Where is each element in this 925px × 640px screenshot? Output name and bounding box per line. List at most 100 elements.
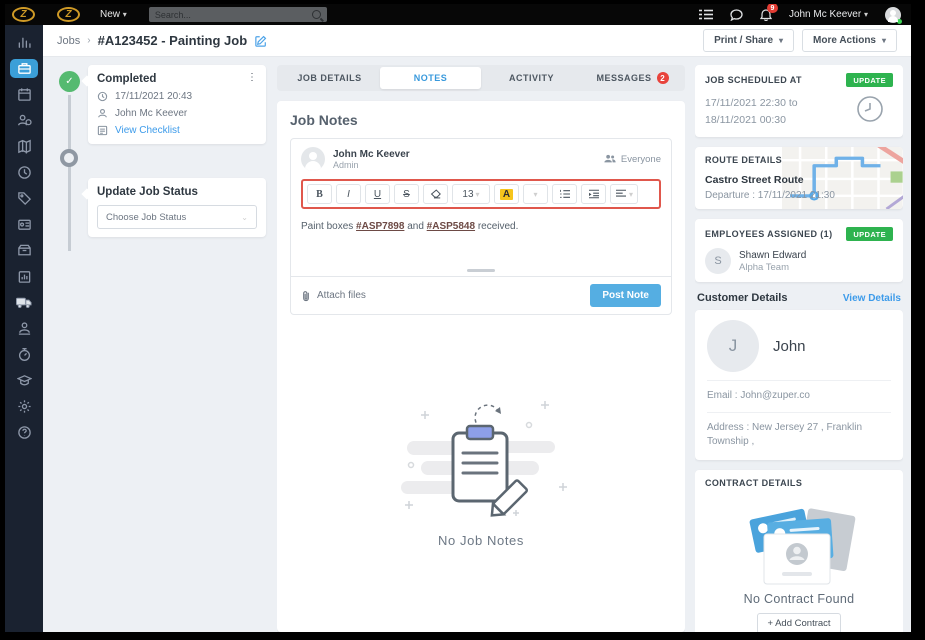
contract-heading: CONTRACT DETAILS	[705, 477, 803, 488]
ordered-list-button[interactable]	[552, 184, 577, 204]
completed-status-card: Completed ⋮ 17/11/2021 20:43 John Mc Kee…	[88, 65, 266, 144]
sidebar-item-customers[interactable]	[10, 111, 38, 130]
indent-button[interactable]	[581, 184, 606, 204]
brand-logo-icon: Z	[12, 7, 35, 22]
queue-list-icon[interactable]	[698, 9, 713, 20]
chat-icon[interactable]	[730, 8, 743, 21]
italic-button[interactable]: I	[336, 184, 361, 204]
text-color-button[interactable]: A	[494, 184, 519, 204]
status-kebab-menu-icon[interactable]: ⋮	[247, 73, 257, 83]
edit-title-icon[interactable]	[255, 35, 267, 47]
new-menu-button[interactable]: New ▾	[100, 9, 127, 20]
global-search[interactable]	[148, 7, 327, 22]
status-timeline-panel: ✓ Completed ⋮ 17/11/2021 20:43 John Mc K…	[55, 65, 267, 632]
asset-hashtag-link[interactable]: #ASP5848	[427, 221, 475, 232]
tab-activity[interactable]: ACTIVITY	[481, 67, 582, 89]
user-avatar[interactable]	[885, 6, 902, 24]
employee-row[interactable]: S Shawn Edward Alpha Team	[705, 248, 893, 274]
sidebar-item-calendar[interactable]	[10, 85, 38, 104]
breadcrumb: Jobs › #A123452 - Painting Job Print / S…	[43, 25, 911, 57]
update-schedule-button[interactable]: UPDATE	[846, 73, 893, 87]
attach-files-button[interactable]: Attach files	[301, 290, 366, 302]
notification-count-badge: 9	[766, 4, 778, 13]
schedule-start: 17/11/2021 22:30 to	[705, 96, 798, 109]
employee-team: Alpha Team	[739, 261, 789, 273]
sidebar-item-payments[interactable]	[10, 241, 38, 260]
status-completed-node: ✓	[59, 71, 80, 92]
online-status-dot	[897, 18, 902, 24]
add-contract-button[interactable]: + Add Contract	[757, 612, 841, 632]
employees-assigned-card: EMPLOYEES ASSIGNED (1) UPDATE S Shawn Ed…	[695, 219, 903, 282]
route-name: Castro Street Route	[705, 174, 804, 186]
sidebar-item-reports[interactable]	[10, 267, 38, 286]
sidebar-item-help-icon[interactable]	[10, 423, 38, 442]
clock-icon	[855, 94, 885, 129]
sidebar-item-invoices[interactable]	[10, 215, 38, 234]
status-datetime: 17/11/2021 20:43	[115, 91, 193, 102]
customer-card: J John Email : John@zuper.co Address : N…	[695, 310, 903, 460]
route-heading: ROUTE DETAILS	[705, 155, 783, 165]
update-employees-button[interactable]: UPDATE	[846, 227, 893, 241]
tab-job-details[interactable]: JOB DETAILS	[279, 67, 380, 89]
asset-hashtag-link[interactable]: #ASP7898	[356, 221, 404, 232]
more-actions-button[interactable]: More Actions ▾	[802, 29, 897, 52]
print-share-button[interactable]: Print / Share ▾	[703, 29, 795, 52]
note-text-input[interactable]: Paint boxes #ASP7898 and #ASP5848 receiv…	[291, 215, 671, 267]
breadcrumb-jobs[interactable]: Jobs	[57, 35, 80, 47]
sidebar-item-jobs[interactable]	[10, 59, 38, 78]
person-icon	[98, 108, 107, 118]
app-frame: Z Z New ▾ 9 John Mc Keever ▾	[0, 0, 925, 640]
schedule-end: 18/11/2021 00:30	[705, 113, 786, 126]
notifications-bell-icon[interactable]: 9	[759, 4, 778, 21]
view-details-link[interactable]: View Details	[843, 293, 901, 304]
clear-format-eraser-button[interactable]	[423, 184, 448, 204]
sidebar-item-training[interactable]	[10, 371, 38, 390]
route-departure: Departure : 17/11/2021 21:30	[705, 190, 835, 201]
customer-details-heading: Customer Details	[697, 292, 788, 304]
sidebar-item-timer[interactable]	[10, 345, 38, 364]
tab-messages[interactable]: MESSAGES 2	[582, 67, 683, 89]
note-visibility-selector[interactable]: Everyone	[604, 154, 661, 165]
breadcrumb-separator: ›	[87, 35, 91, 46]
sidebar-item-settings-gear-icon[interactable]	[10, 397, 38, 416]
sidebar-item-tags[interactable]	[10, 189, 38, 208]
brand-logo-icon[interactable]: Z	[57, 7, 80, 22]
job-notes-card: Job Notes John Mc Keever Admin Everyone …	[277, 101, 685, 632]
no-contract-text: No Contract Found	[743, 591, 855, 606]
status-next-node	[60, 149, 78, 167]
no-notes-illustration	[401, 400, 567, 517]
font-size-select[interactable]: 13 ▾	[452, 184, 490, 204]
update-status-title: Update Job Status	[97, 186, 198, 198]
job-status-select[interactable]: Choose Job Status ⌄	[97, 205, 257, 229]
scheduled-heading: JOB SCHEDULED AT	[705, 75, 802, 85]
view-checklist-link[interactable]: View Checklist	[115, 125, 180, 136]
update-status-card: Update Job Status Choose Job Status ⌄	[88, 178, 266, 237]
user-menu[interactable]: John Mc Keever ▾	[789, 9, 868, 20]
strikethrough-button[interactable]: S	[394, 184, 419, 204]
editor-resize-handle[interactable]	[467, 269, 495, 272]
sidebar-item-dispatch[interactable]	[10, 293, 38, 312]
topbar: Z Z New ▾ 9 John Mc Keever ▾	[5, 4, 911, 25]
customer-name[interactable]: John	[773, 338, 806, 355]
paperclip-icon	[303, 290, 309, 301]
job-side-panel: JOB SCHEDULED AT UPDATE 17/11/2021 22:30…	[695, 65, 903, 632]
post-note-button[interactable]: Post Note	[590, 284, 661, 307]
underline-button[interactable]: U	[365, 184, 390, 204]
formatting-toolbar: B I U S 13 ▾ A ▾ ▾	[301, 179, 661, 209]
job-notes-heading: Job Notes	[290, 112, 358, 128]
search-input[interactable]	[154, 9, 312, 20]
sidebar-item-analytics[interactable]	[10, 33, 38, 52]
author-role: Admin	[333, 159, 359, 170]
contract-details-card: CONTRACT DETAILS No Contract Found + Add…	[695, 469, 903, 632]
sidebar-item-timesheets[interactable]	[10, 163, 38, 182]
sidebar-nav	[5, 25, 43, 632]
sidebar-item-catalog[interactable]	[10, 137, 38, 156]
tab-notes[interactable]: NOTES	[380, 67, 481, 89]
text-color-dropdown[interactable]: ▾	[523, 184, 548, 204]
author-avatar	[301, 147, 325, 171]
bold-button[interactable]: B	[307, 184, 332, 204]
route-details-card[interactable]: ROUTE DETAILS Castro Street Route Depart…	[695, 147, 903, 209]
checklist-icon	[97, 125, 108, 136]
sidebar-item-teams[interactable]	[10, 319, 38, 338]
align-button[interactable]: ▾	[610, 184, 639, 204]
